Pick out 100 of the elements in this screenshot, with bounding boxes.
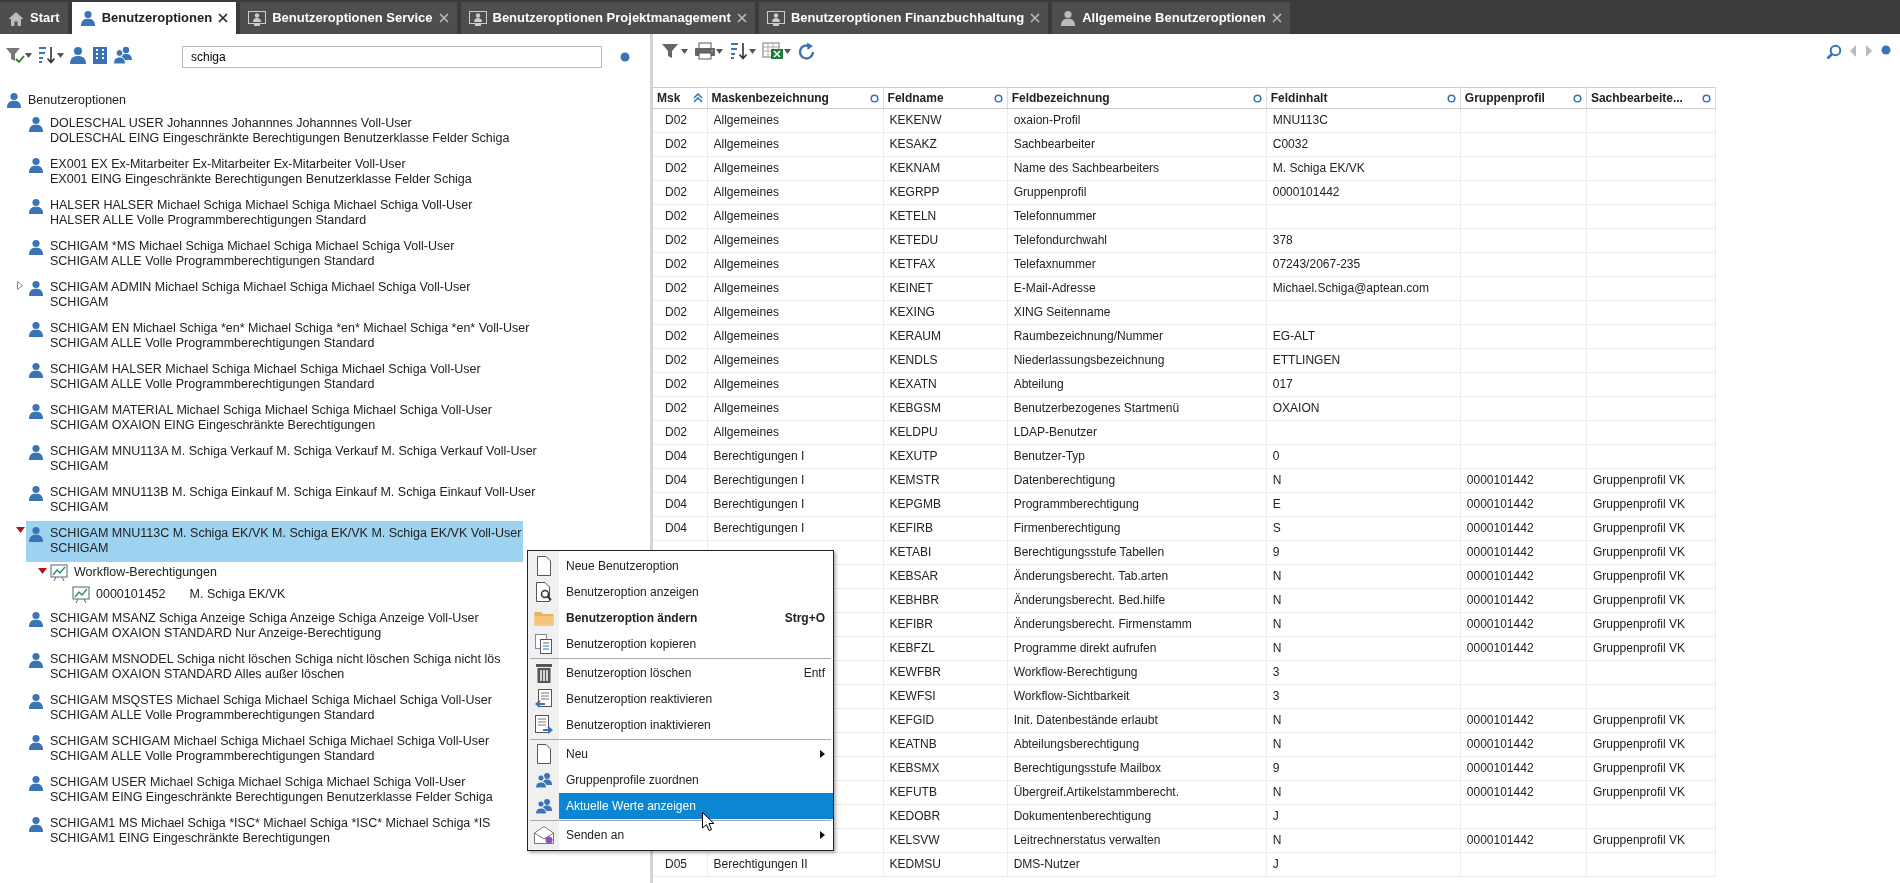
caret-icon[interactable] — [749, 48, 756, 54]
column-header[interactable]: Sachbearbeite... — [1586, 87, 1716, 109]
table-cell: Gruppenprofil VK — [1586, 540, 1716, 565]
table-cell: 07243/2067-235 — [1266, 252, 1461, 277]
sort-ascending-icon[interactable] — [692, 93, 703, 103]
tab[interactable]: Benutzeroptionen Finanzbuchhaltung — [758, 2, 1049, 34]
tree-item[interactable]: SCHIGAM MNU113B M. Schiga Einkauf M. Schiga Einkauf M. Schiga Einkauf Voll-User SCHIGAM — [26, 479, 538, 521]
table-cell: 0000101442 — [1460, 828, 1587, 853]
tree-item-subtitle: SCHIGAM ALLE Volle Programmberechtigungen Standard — [50, 749, 376, 765]
user-icon[interactable] — [69, 46, 87, 64]
caret-icon[interactable] — [57, 52, 64, 58]
circle-icon[interactable] — [869, 93, 879, 103]
caret-icon[interactable] — [681, 48, 688, 54]
close-icon[interactable] — [218, 13, 229, 23]
menu-item[interactable]: Aktuelle Werte anzeigen — [559, 793, 833, 819]
tree-item[interactable]: 0000101452 M. Schiga EK/VK — [70, 583, 288, 606]
column-header[interactable]: Msk — [653, 87, 707, 109]
collapsed-arrow-icon[interactable] — [17, 280, 23, 290]
tree-item[interactable]: SCHIGAM EN Michael Schiga *en* Michael Schiga *en* Michael Schiga *en* Voll-User SCHIGAM ALLE Volle Programmberechtigungen Standard — [26, 315, 532, 357]
table-cell: Workflow-Berechtigung — [1007, 660, 1267, 685]
tree-item[interactable]: SCHIGAM MNU113C M. Schiga EK/VK M. Schiga EK/VK M. Schiga EK/VK Voll-User SCHIGAM — [26, 520, 524, 562]
column-header[interactable]: Gruppenprofil — [1460, 87, 1587, 109]
tree-item[interactable]: SCHIGAM MATERIAL Michael Schiga Michael Schiga Michael Schiga Voll-User SCHIGAM OXAION EING Eingeschränkte Berechtigungen — [26, 397, 494, 439]
dot-icon[interactable] — [619, 51, 631, 63]
column-header[interactable]: Feldbezeichnung — [1007, 87, 1267, 109]
expanded-arrow-icon[interactable] — [37, 567, 47, 574]
menu-item[interactable]: Benutzeroption anzeigen — [559, 579, 833, 605]
column-header[interactable]: Feldinhalt — [1266, 87, 1461, 109]
circle-icon[interactable] — [1702, 93, 1711, 103]
tree-item[interactable]: SCHIGAM SCHIGAM Michael Schiga Michael Schiga Michael Schiga Voll-User SCHIGAM ALLE Volle Programmberechtigungen Standard — [26, 728, 492, 770]
caret-icon[interactable] — [25, 52, 32, 58]
menu-item[interactable]: Neue Benutzeroption — [559, 553, 833, 579]
table-cell: EG-ALT — [1266, 324, 1461, 349]
tree-item[interactable]: SCHIGAM MSNODEL Schiga nicht löschen Schiga nicht löschen Schiga nicht lös SCHIGAM OXAION STANDARD Alles außer löschen — [26, 646, 503, 688]
shortcut-label: Strg+O — [784, 610, 825, 626]
search-icon[interactable] — [1826, 44, 1842, 60]
table-cell: 0000101442 — [1460, 708, 1587, 733]
menu-item[interactable]: Gruppenprofile zuordnen — [559, 767, 833, 793]
caret-icon[interactable] — [784, 48, 791, 54]
table-cell: KETFAX — [883, 252, 1008, 277]
filter-icon[interactable] — [5, 46, 25, 64]
tree-item-subtitle: SCHIGAM ALLE Volle Programmberechtigungen Standard — [50, 708, 376, 724]
table-cell: 0000101442 — [1266, 180, 1461, 205]
circle-icon[interactable] — [993, 93, 1003, 103]
search-field[interactable]: schiga — [182, 46, 602, 68]
table-cell: KETABI — [883, 540, 1008, 565]
tree-item-title: SCHIGAM MSANZ Schiga Anzeige Schiga Anzeige Schiga Anzeige Voll-User — [50, 610, 479, 627]
tab[interactable]: Benutzeroptionen — [71, 2, 237, 34]
tab[interactable]: Benutzeroptionen Projektmanagement — [460, 2, 755, 34]
tree-item[interactable]: SCHIGAM MNU113A M. Schiga Verkauf M. Schiga Verkauf M. Schiga Verkauf Voll-User SCHIGAM — [26, 438, 539, 480]
table-cell: Allgemeines — [707, 396, 884, 421]
filter-icon[interactable] — [661, 42, 681, 60]
menu-item[interactable]: Benutzeroption löschen Entf — [559, 660, 833, 686]
menu-item[interactable]: Benutzeroption inaktivieren — [559, 712, 833, 738]
sort-icon[interactable] — [37, 46, 57, 64]
tree-item[interactable]: Benutzeroptionen — [4, 90, 128, 111]
tab[interactable]: Allgemeine Benutzeroptionen — [1052, 2, 1290, 34]
tree-item[interactable]: SCHIGAM1 MS Michael Schiga *ISC* Michael Schiga *ISC* Michael Schiga *IS SCHIGAM1 EING Eingeschränkte Berechtigungen — [26, 810, 493, 852]
table-cell: Berechtigungen I — [707, 444, 884, 469]
tree-item[interactable]: SCHIGAM MSANZ Schiga Anzeige Schiga Anzeige Schiga Anzeige Voll-User SCHIGAM OXAION STANDARD Nur Anzeige-Berechtigung — [26, 605, 481, 647]
table-cell: KEWFBR — [883, 660, 1008, 685]
caret-icon[interactable] — [716, 48, 723, 54]
tree-item[interactable]: DOLESCHAL USER Johannnes Johannnes Johannnes Voll-User DOLESCHAL EING Eingeschränkte Berechtigungen Benutzerklasse Felder Schiga — [26, 110, 512, 152]
printer-icon[interactable] — [694, 42, 716, 60]
user-screen-icon — [766, 10, 785, 26]
building-icon[interactable] — [92, 46, 108, 64]
expanded-arrow-icon[interactable] — [15, 526, 25, 533]
user-icon — [28, 525, 44, 542]
menu-item[interactable]: Benutzeroption ändern Strg+O — [559, 605, 833, 631]
tree-item-title: SCHIGAM *MS Michael Schiga Michael Schiga Michael Schiga Voll-User — [50, 238, 455, 255]
tree-item[interactable]: SCHIGAM USER Michael Schiga Michael Schiga Michael Schiga Voll-User SCHIGAM EING Eingeschränkte Berechtigungen Benutzerklasse Felder Schiga — [26, 769, 495, 811]
column-header[interactable]: Maskenbezeichnung — [707, 87, 884, 109]
dot-icon[interactable] — [1880, 44, 1892, 56]
user-icon — [28, 815, 44, 832]
sort-icon[interactable] — [729, 42, 749, 60]
menu-item[interactable]: Neu — [559, 741, 833, 767]
user-group-icon[interactable] — [113, 46, 133, 64]
column-header[interactable]: Feldname — [883, 87, 1008, 109]
tree-item[interactable]: EX001 EX Ex-Mitarbeiter Ex-Mitarbeiter Ex-Mitarbeiter Voll-User EX001 EING Eingeschränkte Berechtigungen Benutzerklasse Felder Schiga — [26, 151, 474, 193]
refresh-icon[interactable] — [797, 42, 817, 62]
table-cell: KEGRPP — [883, 180, 1008, 205]
table-cell: KERAUM — [883, 324, 1008, 349]
circle-icon[interactable] — [1446, 93, 1456, 103]
circle-icon[interactable] — [1572, 93, 1582, 103]
circle-icon[interactable] — [1252, 93, 1262, 103]
menu-item[interactable]: Senden an — [559, 822, 833, 848]
table-cell: LDAP-Benutzer — [1007, 420, 1267, 445]
tree-item[interactable]: SCHIGAM MSQSTES Michael Schiga Michael Schiga Michael Schiga Voll-User SCHIGAM ALLE Volle Programmberechtigungen Standard — [26, 687, 494, 729]
tree-item[interactable]: SCHIGAM HALSER Michael Schiga Michael Schiga Michael Schiga Voll-User SCHIGAM ALLE Volle Programmberechtigungen Standard — [26, 356, 483, 398]
table-cell: Gruppenprofil VK — [1586, 492, 1716, 517]
tab[interactable]: Start — [0, 2, 68, 34]
tree-item[interactable]: SCHIGAM *MS Michael Schiga Michael Schiga Michael Schiga Voll-User SCHIGAM ALLE Volle Programmberechtigungen Standard — [26, 233, 457, 275]
tab-label: Benutzeroptionen Service — [272, 9, 433, 27]
tree-item[interactable]: Workflow-Berechtigungen — [48, 561, 219, 584]
tab[interactable]: Benutzeroptionen Service — [240, 2, 457, 34]
tree-item[interactable]: HALSER HALSER Michael Schiga Michael Schiga Michael Schiga Voll-User HALSER ALLE Volle Programmberechtigungen Standard — [26, 192, 475, 234]
tree-item[interactable]: SCHIGAM ADMIN Michael Schiga Michael Schiga Michael Schiga Voll-User SCHIGAM — [26, 274, 473, 316]
menu-item[interactable]: Benutzeroption kopieren — [559, 631, 833, 657]
menu-item[interactable]: Benutzeroption reaktivieren — [559, 686, 833, 712]
spreadsheet-export-icon[interactable] — [762, 42, 784, 60]
